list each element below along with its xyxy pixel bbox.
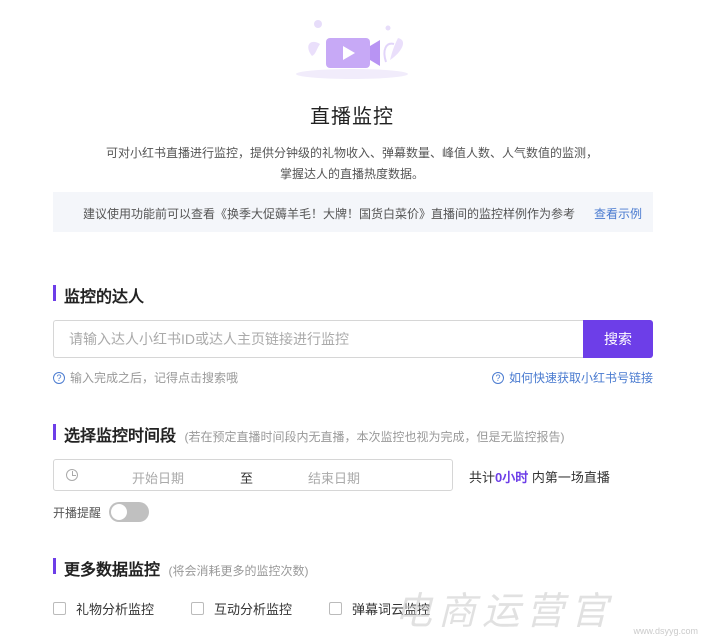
total-duration: 共计0小时 内第一场直播	[469, 467, 610, 486]
page-title: 直播监控	[310, 106, 394, 128]
total-hours-value: 0小时	[495, 470, 529, 485]
checkbox-label: 互动分析监控	[214, 602, 293, 617]
date-range-picker[interactable]: 开始日期 至 结束日期	[53, 459, 453, 491]
toggle-knob	[111, 504, 127, 520]
example-tip-bar: 建议使用功能前可以查看《换季大促薅羊毛！大牌！国货白菜价》直播间的监控样例作为参…	[53, 192, 653, 232]
watermark: 电商运营官 www.dsyyg.com	[384, 570, 704, 642]
page-description-line-1: 可对小红书直播进行监控，提供分钟级的礼物收入、弹幕数量、峰值人数、人气数值的监测…	[105, 146, 598, 160]
search-button[interactable]: 搜索	[583, 320, 653, 358]
interaction-analysis-checkbox[interactable]: 互动分析监控	[191, 599, 292, 618]
checkbox-label: 礼物分析监控	[76, 602, 155, 617]
total-prefix: 共计	[469, 470, 496, 485]
question-circle-icon: ?	[491, 371, 504, 384]
end-date-input[interactable]: 结束日期	[308, 468, 360, 487]
start-date-input[interactable]: 开始日期	[132, 468, 184, 487]
checkbox-box[interactable]	[329, 602, 342, 615]
section-note: (若在预定直播时间段内无直播，本次监控也视为完成，但是无监控报告)	[184, 430, 565, 444]
total-suffix: 内第一场直播	[528, 470, 610, 485]
section-note: (将会消耗更多的监控次数)	[168, 564, 309, 578]
get-link-help-text: 如何快速获取小红书号链接	[508, 371, 653, 385]
live-remind-toggle[interactable]	[109, 502, 149, 522]
section-title-more-data: 更多数据监控 (将会消耗更多的监控次数)	[53, 556, 308, 580]
live-video-illustration	[290, 16, 414, 82]
watermark-text: 电商运营官	[394, 589, 615, 633]
checkbox-box[interactable]	[53, 602, 66, 615]
date-range-separator: 至	[240, 471, 254, 486]
watermark-url: www.dsyyg.com	[633, 626, 698, 636]
section-title-text: 选择监控时间段	[64, 428, 177, 445]
gift-analysis-checkbox[interactable]: 礼物分析监控	[53, 599, 154, 618]
get-link-help-link[interactable]: ? 如何快速获取小红书号链接	[491, 369, 653, 386]
clock-icon	[66, 469, 78, 481]
section-title-text: 更多数据监控	[64, 562, 161, 579]
question-circle-icon: ?	[53, 371, 65, 384]
page-description-line-2: 掌握达人的直播热度数据。	[279, 167, 424, 181]
section-title-monitor-creator: 监控的达人	[53, 283, 144, 307]
search-hint-text: 输入完成之后，记得点击搜索哦	[70, 371, 239, 385]
creator-search-input[interactable]	[53, 320, 583, 358]
section-title-time-range: 选择监控时间段 (若在预定直播时间段内无直播，本次监控也视为完成，但是无监控报告…	[53, 422, 564, 446]
search-hint: ? 输入完成之后，记得点击搜索哦	[53, 369, 238, 386]
tip-text: 建议使用功能前可以查看《换季大促薅羊毛！大牌！国货白菜价》直播间的监控样例作为参…	[83, 207, 576, 221]
view-example-link[interactable]: 查看示例	[594, 205, 642, 222]
checkbox-box[interactable]	[191, 602, 204, 615]
live-remind-label: 开播提醒	[53, 506, 102, 520]
section-title-text: 监控的达人	[64, 289, 145, 306]
